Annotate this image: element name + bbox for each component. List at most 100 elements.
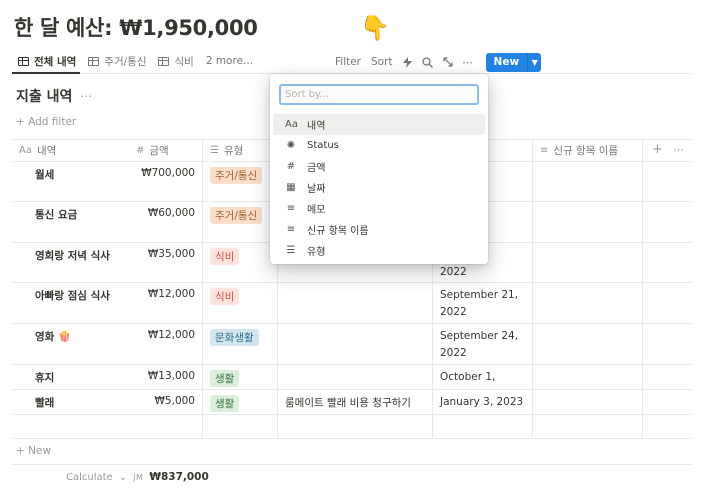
column-header-name[interactable]: Aa 내역	[12, 140, 129, 161]
table-view-icon	[158, 56, 170, 66]
cell-amount[interactable]: ₩12,000	[129, 324, 203, 364]
property-type-icon: ▦	[286, 182, 296, 193]
sort-option[interactable]: ☰ 유형	[273, 240, 485, 261]
chevron-down-icon[interactable]: ▼	[527, 52, 542, 72]
chevron-down-icon: ⌄	[118, 471, 128, 483]
sort-option[interactable]: ≡ 메모	[273, 198, 485, 219]
page-title: 한 달 예산: ₩1,950,000	[14, 16, 258, 40]
cell-amount[interactable]: ₩35,000	[129, 243, 203, 282]
search-icon[interactable]	[418, 52, 438, 72]
cell-type[interactable]: 식비	[203, 243, 278, 282]
text-lines-icon: ≡	[540, 144, 549, 156]
table-row[interactable]: 빨래 ₩5,000 생활 룸메이트 빨래 비용 청구하기 January 3, 2023	[12, 390, 692, 415]
cell-new-property[interactable]	[533, 365, 643, 389]
cell-name[interactable]: 빨래	[12, 390, 129, 414]
table-row[interactable]: 아빠랑 점심 식사 ₩12,000 식비 September 21, 2022	[12, 283, 692, 324]
cell-memo[interactable]	[278, 283, 433, 323]
cell-memo[interactable]	[278, 324, 433, 364]
tab-housing-telecom[interactable]: 주거/통신	[82, 50, 152, 72]
database-options-icon[interactable]: ⋯	[80, 89, 92, 103]
cell-type[interactable]: 생활	[203, 390, 278, 414]
cell-date[interactable]: September 21, 2022	[433, 283, 533, 323]
cell-name[interactable]: 영희랑 저녁 식사	[12, 243, 129, 282]
cell-date[interactable]: September 24, 2022	[433, 324, 533, 364]
sort-by-search-input[interactable]	[279, 84, 479, 105]
automation-lightning-icon[interactable]	[398, 52, 418, 72]
cell-name[interactable]: 월세	[12, 162, 129, 201]
sort-option-label: 유형	[307, 247, 326, 258]
type-tag: 식비	[210, 288, 240, 305]
type-tag: 주거/통신	[210, 207, 263, 224]
sort-option[interactable]: Aa 내역	[273, 114, 485, 135]
date-line-1: September 24,	[440, 330, 519, 342]
property-type-icon: ≡	[286, 224, 296, 235]
calculate-button[interactable]: Calculate	[66, 472, 113, 483]
type-tag: 주거/통신	[210, 167, 263, 184]
sort-option[interactable]: # 금액	[273, 156, 485, 177]
tab-label: 식비	[174, 55, 194, 68]
cell-amount[interactable]: ₩60,000	[129, 202, 203, 242]
table-row[interactable]: 영화 🍿 ₩12,000 문화생활 September 24, 2022	[12, 324, 692, 365]
table-row[interactable]: 휴지₩13,000 생활 October 1, 2022	[12, 365, 692, 390]
cell-new-property[interactable]	[533, 324, 643, 364]
cell-name[interactable]: 통신 요금	[12, 202, 129, 242]
cell-amount[interactable]: ₩700,000	[129, 162, 203, 201]
cell-type[interactable]: 주거/통신	[203, 162, 278, 201]
column-header-actions: + ⋯	[643, 140, 692, 161]
column-header-new-property[interactable]: ≡ 신규 항목 이름	[533, 140, 643, 161]
tab-label: 전체 내역	[34, 55, 77, 68]
sort-option[interactable]: ▦ 날짜	[273, 177, 485, 198]
cell-amount[interactable]: ₩13,000	[129, 365, 203, 389]
property-type-icon: Aa	[285, 119, 298, 130]
cell-new-property[interactable]	[533, 390, 643, 414]
more-views-button[interactable]: 2 more...	[200, 55, 259, 67]
cell-new-property[interactable]	[533, 283, 643, 323]
cell-amount[interactable]: ₩5,000	[129, 390, 203, 414]
database-title-text[interactable]: 지출 내역	[16, 86, 72, 106]
cell-type[interactable]: 식비	[203, 283, 278, 323]
cell-memo[interactable]: 룸메이트 빨래 비용 청구하기	[278, 390, 433, 414]
list-type-icon: ☰	[210, 144, 219, 156]
column-header-type[interactable]: ☰ 유형	[203, 140, 278, 161]
cell-name[interactable]: 영화 🍿	[12, 324, 129, 364]
sort-property-list: Aa 내역 ✺ Status # 금액 ▦ 날짜 ≡ 메모 ≡ 신규 항목 이름 ☰ 유형	[273, 114, 485, 261]
date-line-2: 2022	[440, 347, 467, 359]
sort-button[interactable]: Sort	[366, 56, 398, 68]
add-property-icon[interactable]: +	[652, 142, 663, 157]
new-button-label[interactable]: New	[485, 52, 528, 72]
table-view-icon	[18, 56, 29, 66]
new-button[interactable]: New ▼	[485, 52, 542, 72]
cell-new-property[interactable]	[533, 162, 643, 201]
sort-option[interactable]: ≡ 신규 항목 이름	[273, 219, 485, 240]
sum-value[interactable]: ₩837,000	[149, 471, 208, 483]
property-type-icon: ≡	[286, 203, 296, 214]
cell-amount[interactable]: ₩12,000	[129, 283, 203, 323]
cell-new-property[interactable]	[533, 202, 643, 242]
type-tag: 생활	[210, 395, 240, 412]
text-type-icon: Aa	[19, 144, 32, 156]
property-options-icon[interactable]: ⋯	[673, 143, 684, 156]
tab-food[interactable]: 식비	[152, 50, 199, 72]
cell-name[interactable]: 휴지	[12, 365, 129, 389]
footer-divider	[12, 464, 692, 465]
empty-table-row[interactable]	[12, 415, 692, 439]
tab-all-expenses[interactable]: 전체 내역	[12, 50, 82, 72]
add-filter-button[interactable]: + Add filter	[16, 116, 76, 128]
sort-option[interactable]: ✺ Status	[273, 135, 485, 156]
column-header-amount[interactable]: # 금액	[129, 140, 203, 161]
cell-date[interactable]: January 3, 2023	[433, 390, 533, 414]
cell-date[interactable]: October 1, 2022	[433, 365, 533, 389]
date-line-2: 2022	[440, 306, 467, 318]
cell-name[interactable]: 아빠랑 점심 식사	[12, 283, 129, 323]
expand-icon[interactable]	[438, 52, 458, 72]
cell-type[interactable]: 문화생활	[203, 324, 278, 364]
filter-button[interactable]: Filter	[330, 56, 366, 68]
cell-memo[interactable]	[278, 365, 433, 389]
cell-type[interactable]: 주거/통신	[203, 202, 278, 242]
add-new-row-button[interactable]: + New	[16, 445, 51, 457]
table-view-icon	[88, 56, 100, 66]
cell-type[interactable]: 생활	[203, 365, 278, 389]
cell-new-property[interactable]	[533, 243, 643, 282]
sort-option-label: 메모	[307, 205, 326, 216]
more-options-icon[interactable]: ⋯	[458, 52, 478, 72]
